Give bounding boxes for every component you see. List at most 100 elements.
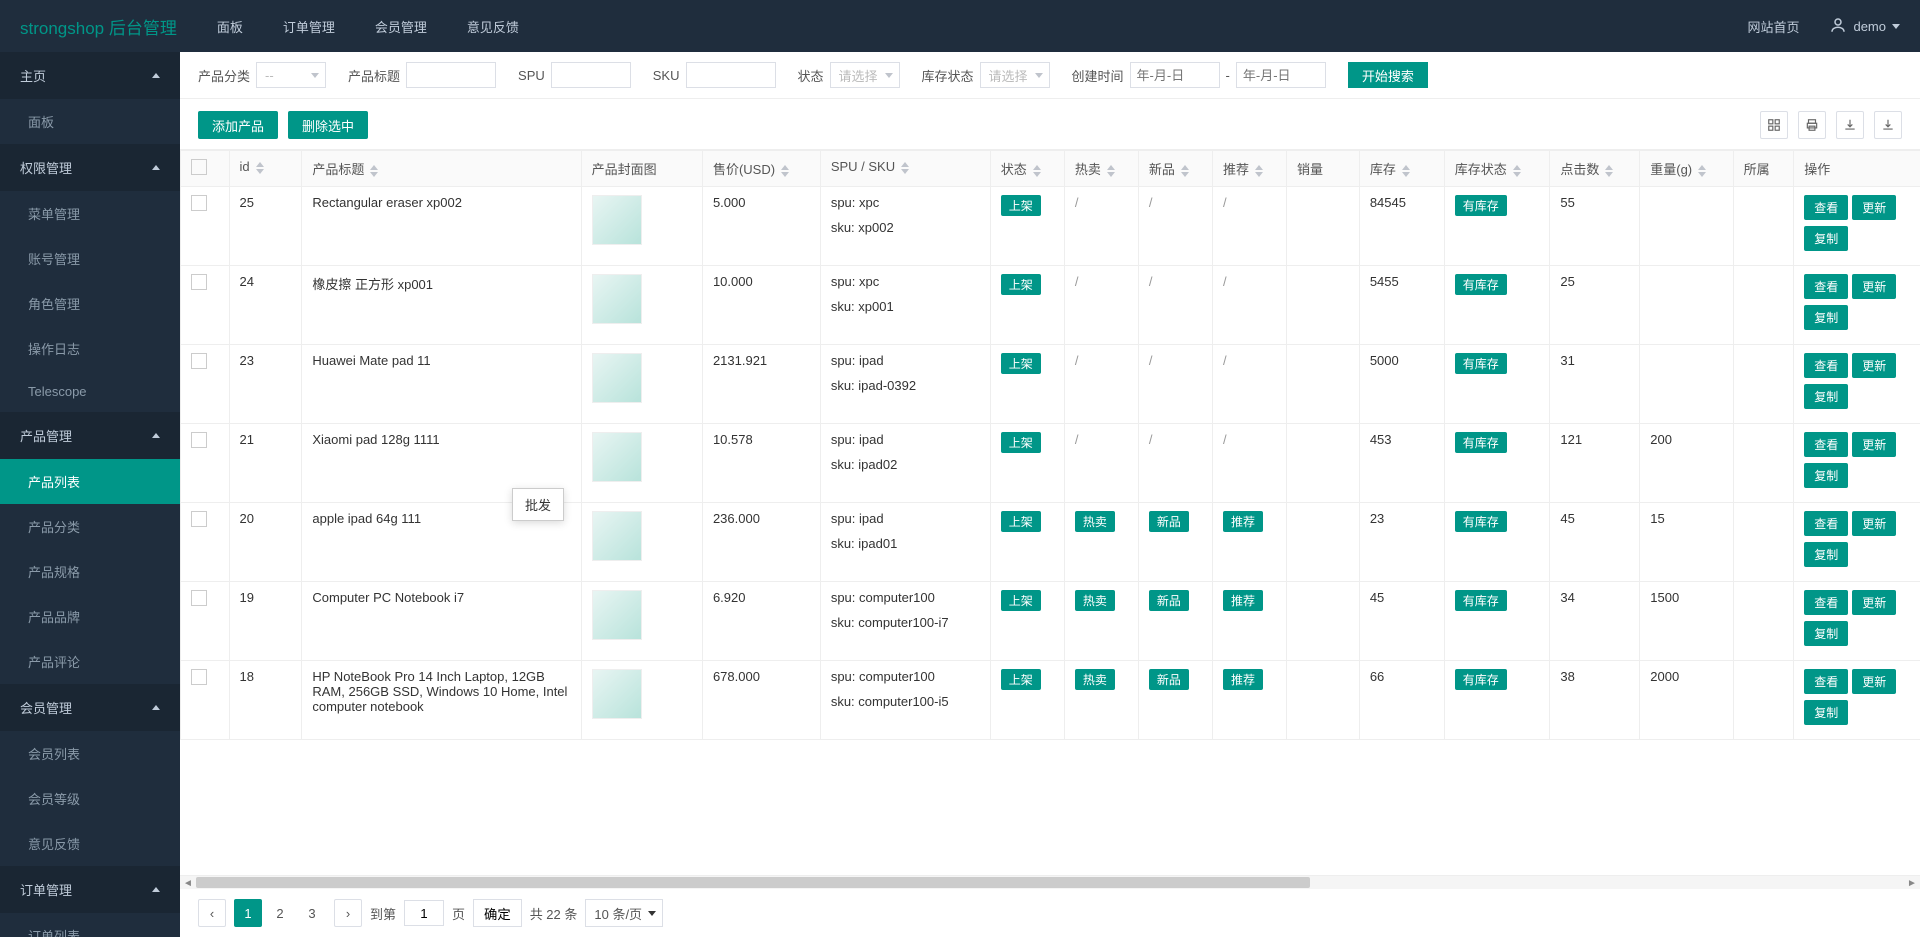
row-checkbox[interactable] (191, 669, 207, 685)
col-title[interactable]: 产品标题 (302, 151, 581, 187)
row-checkbox[interactable] (191, 195, 207, 211)
filter-date-from[interactable] (1130, 62, 1220, 88)
scroll-right-arrow[interactable]: ► (1904, 876, 1920, 890)
sidebar-item[interactable]: 意见反馈 (0, 821, 180, 866)
col-stock[interactable]: 库存 (1359, 151, 1444, 187)
sidebar-group-header[interactable]: 会员管理 (0, 684, 180, 731)
sidebar-item[interactable]: 账号管理 (0, 236, 180, 281)
sidebar-item[interactable]: 角色管理 (0, 281, 180, 326)
pager-page[interactable]: 3 (298, 899, 326, 927)
delete-selected-button[interactable]: 删除选中 (288, 111, 368, 139)
sort-icon[interactable] (1181, 165, 1189, 177)
view-button[interactable]: 查看 (1804, 590, 1848, 615)
sort-icon[interactable] (1033, 165, 1041, 177)
pager-perpage-select[interactable]: 10 条/页 (585, 899, 663, 927)
sort-icon[interactable] (370, 165, 378, 177)
row-checkbox[interactable] (191, 590, 207, 606)
pager-confirm-button[interactable]: 确定 (473, 899, 522, 927)
sidebar-item[interactable]: 产品规格 (0, 549, 180, 594)
col-check[interactable] (181, 151, 230, 187)
user-menu[interactable]: demo (1829, 16, 1900, 37)
sidebar-group-header[interactable]: 产品管理 (0, 412, 180, 459)
col-sales[interactable]: 销量 (1287, 151, 1360, 187)
pager-goto-input[interactable] (404, 900, 444, 926)
col-id[interactable]: id (229, 151, 302, 187)
sort-icon[interactable] (901, 162, 909, 174)
topnav-item[interactable]: 面板 (217, 17, 243, 36)
col-hot[interactable]: 热卖 (1064, 151, 1138, 187)
view-button[interactable]: 查看 (1804, 511, 1848, 536)
col-location[interactable]: 所属 (1733, 151, 1794, 187)
col-clicks[interactable]: 点击数 (1550, 151, 1640, 187)
filter-status-select[interactable]: 请选择 (830, 62, 900, 88)
row-checkbox[interactable] (191, 432, 207, 448)
view-button[interactable]: 查看 (1804, 353, 1848, 378)
update-button[interactable]: 更新 (1852, 274, 1896, 299)
sidebar-item[interactable]: 会员等级 (0, 776, 180, 821)
sort-icon[interactable] (1605, 165, 1613, 177)
sidebar-item[interactable]: 菜单管理 (0, 191, 180, 236)
update-button[interactable]: 更新 (1852, 432, 1896, 457)
view-button[interactable]: 查看 (1804, 669, 1848, 694)
view-button[interactable]: 查看 (1804, 195, 1848, 220)
update-button[interactable]: 更新 (1852, 590, 1896, 615)
update-button[interactable]: 更新 (1852, 511, 1896, 536)
sidebar-item[interactable]: 会员列表 (0, 731, 180, 776)
table-scroll[interactable]: id产品标题产品封面图售价(USD)SPU / SKU状态热卖新品推荐销量库存库… (180, 149, 1920, 875)
update-button[interactable]: 更新 (1852, 669, 1896, 694)
scroll-left-arrow[interactable]: ◄ (180, 876, 196, 890)
view-button[interactable]: 查看 (1804, 274, 1848, 299)
product-thumbnail[interactable] (592, 195, 642, 245)
product-thumbnail[interactable] (592, 511, 642, 561)
update-button[interactable]: 更新 (1852, 353, 1896, 378)
checkbox-all[interactable] (191, 159, 207, 175)
sort-icon[interactable] (781, 165, 789, 177)
col-weight[interactable]: 重量(g) (1640, 151, 1733, 187)
col-rec[interactable]: 推荐 (1212, 151, 1286, 187)
filter-cat-select[interactable]: -- (256, 62, 326, 88)
col-stockstatus[interactable]: 库存状态 (1444, 151, 1550, 187)
sort-icon[interactable] (256, 162, 264, 174)
sidebar-item[interactable]: Telescope (0, 371, 180, 412)
sidebar-group-header[interactable]: 权限管理 (0, 144, 180, 191)
topnav-item[interactable]: 意见反馈 (467, 17, 519, 36)
sidebar-group-header[interactable]: 订单管理 (0, 866, 180, 913)
scrollbar-thumb[interactable] (196, 877, 1310, 888)
row-checkbox[interactable] (191, 274, 207, 290)
filter-title-input[interactable] (406, 62, 496, 88)
sort-icon[interactable] (1255, 165, 1263, 177)
sort-icon[interactable] (1107, 165, 1115, 177)
row-checkbox[interactable] (191, 353, 207, 369)
sort-icon[interactable] (1513, 165, 1521, 177)
product-thumbnail[interactable] (592, 353, 642, 403)
print-icon[interactable] (1798, 111, 1826, 139)
product-thumbnail[interactable] (592, 590, 642, 640)
copy-button[interactable]: 复制 (1804, 463, 1848, 488)
product-thumbnail[interactable] (592, 274, 642, 324)
product-thumbnail[interactable] (592, 432, 642, 482)
add-product-button[interactable]: 添加产品 (198, 111, 278, 139)
update-button[interactable]: 更新 (1852, 195, 1896, 220)
sort-icon[interactable] (1698, 165, 1706, 177)
copy-button[interactable]: 复制 (1804, 542, 1848, 567)
col-price[interactable]: 售价(USD) (702, 151, 820, 187)
site-home-link[interactable]: 网站首页 (1747, 17, 1799, 36)
col-new[interactable]: 新品 (1138, 151, 1212, 187)
sidebar-group-header[interactable]: 主页 (0, 52, 180, 99)
search-button[interactable]: 开始搜索 (1348, 62, 1428, 88)
col-spusku[interactable]: SPU / SKU (820, 151, 990, 187)
sidebar-item[interactable]: 产品评论 (0, 639, 180, 684)
export-all-icon[interactable] (1874, 111, 1902, 139)
filter-stockstatus-select[interactable]: 请选择 (980, 62, 1050, 88)
pager-prev[interactable]: ‹ (198, 899, 226, 927)
sort-icon[interactable] (1402, 165, 1410, 177)
topnav-item[interactable]: 会员管理 (375, 17, 427, 36)
filter-spu-input[interactable] (551, 62, 631, 88)
sidebar-item[interactable]: 面板 (0, 99, 180, 144)
pager-page[interactable]: 1 (234, 899, 262, 927)
copy-button[interactable]: 复制 (1804, 700, 1848, 725)
sidebar-item[interactable]: 产品品牌 (0, 594, 180, 639)
col-ops[interactable]: 操作 (1794, 151, 1920, 187)
product-thumbnail[interactable] (592, 669, 642, 719)
copy-button[interactable]: 复制 (1804, 384, 1848, 409)
